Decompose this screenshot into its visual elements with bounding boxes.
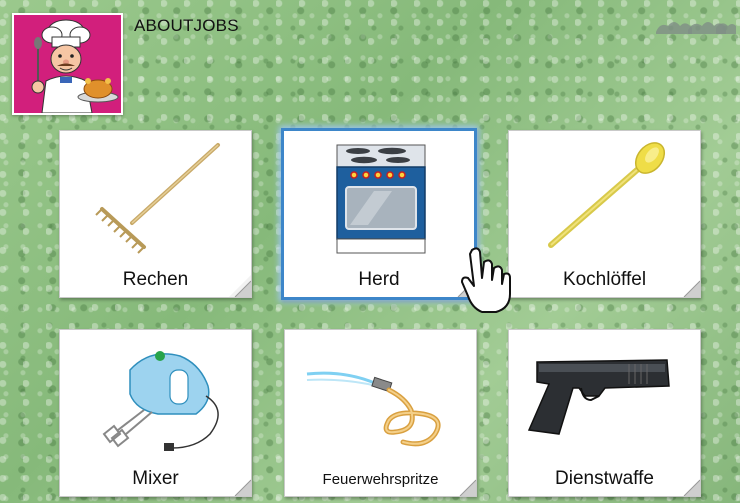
page-curl-icon [229,275,251,297]
card-dienstwaffe[interactable]: Dienstwaffe [508,329,701,497]
page-curl-icon [459,479,476,496]
card-label: Herd [358,269,400,290]
card-label: Kochlöffel [562,269,647,290]
card-kochloeffel[interactable]: Kochlöffel [508,130,701,298]
app-title: ABOUTJOBS [134,16,239,35]
page-curl-icon [683,479,700,496]
card-label: Mixer [132,468,179,489]
wooden-spoon-icon [548,142,666,248]
hand-mixer-icon [102,351,219,451]
app-window: ABOUTJOBS Rechen Herd Kochlöffel Mixer F… [0,0,740,503]
page-curl-icon [234,479,251,496]
chef-logo-icon [12,13,123,115]
card-rechen[interactable]: Rechen [59,130,252,298]
card-mixer[interactable]: Mixer [59,329,252,497]
card-feuerwehrspritze[interactable]: Feuerwehrspritze [284,329,477,497]
rake-icon [95,143,220,254]
page-curl-icon [683,280,700,297]
fire-hose-icon [306,371,441,447]
stove-icon [336,144,426,254]
card-label: Dienstwaffe [555,468,654,489]
pistol-icon [527,359,670,435]
hand-pointer-icon [461,247,511,313]
card-label: Rechen [122,269,189,290]
card-herd[interactable]: Herd [281,128,477,300]
card-label: Feuerwehrspritze [322,471,439,488]
decorative-clouds-icon [656,22,736,34]
